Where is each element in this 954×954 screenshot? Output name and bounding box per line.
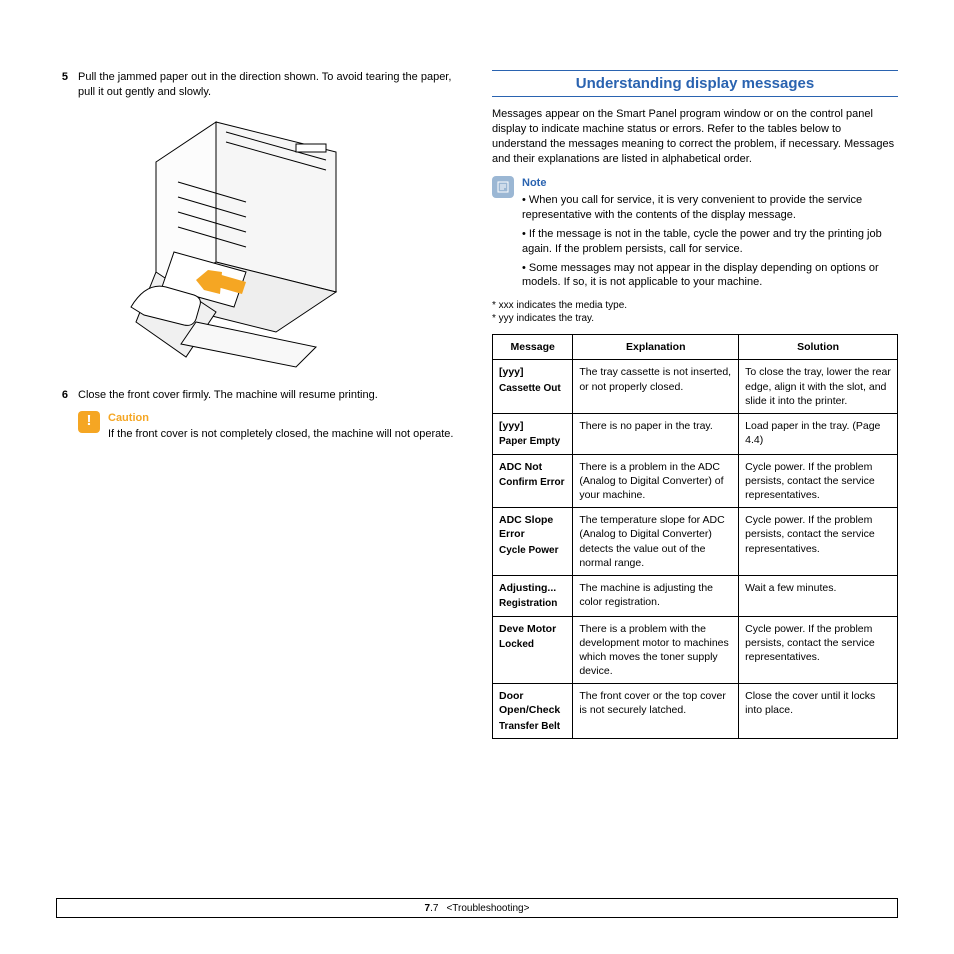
cell-explanation: The front cover or the top cover is not … <box>573 684 739 739</box>
cell-solution: Wait a few minutes. <box>739 575 898 616</box>
table-row: Deve MotorLockedThere is a problem with … <box>493 616 898 684</box>
footnote: * yyy indicates the tray. <box>492 313 898 324</box>
note-icon <box>492 176 514 198</box>
table-row: [yyy]Paper EmptyThere is no paper in the… <box>493 413 898 454</box>
step-number: 6 <box>56 388 68 403</box>
cell-explanation: There is a problem with the development … <box>573 616 739 684</box>
cell-explanation: There is a problem in the ADC (Analog to… <box>573 454 739 508</box>
cell-message: ADC Slope ErrorCycle Power <box>493 508 573 576</box>
messages-table: Message Explanation Solution [yyy]Casset… <box>492 334 898 739</box>
table-row: ADC Slope ErrorCycle PowerThe temperatur… <box>493 508 898 576</box>
note-bullet: • Some messages may not appear in the di… <box>522 261 898 291</box>
cell-message: Door Open/CheckTransfer Belt <box>493 684 573 739</box>
cell-message: Deve MotorLocked <box>493 616 573 684</box>
cell-solution: Cycle power. If the problem persists, co… <box>739 454 898 508</box>
cell-message: Adjusting...Registration <box>493 575 573 616</box>
note-bullet: • If the message is not in the table, cy… <box>522 227 898 257</box>
cell-solution: Cycle power. If the problem persists, co… <box>739 508 898 576</box>
chapter-name: <Troubleshooting> <box>446 903 529 914</box>
cell-message: [yyy]Paper Empty <box>493 413 573 454</box>
table-row: Adjusting...RegistrationThe machine is a… <box>493 575 898 616</box>
step-text: Close the front cover firmly. The machin… <box>78 388 456 403</box>
page-footer: 7.7 <Troubleshooting> <box>56 898 898 918</box>
cell-solution: Cycle power. If the problem persists, co… <box>739 616 898 684</box>
cell-explanation: The machine is adjusting the color regis… <box>573 575 739 616</box>
cell-explanation: The temperature slope for ADC (Analog to… <box>573 508 739 576</box>
table-header-row: Message Explanation Solution <box>493 335 898 360</box>
th-explanation: Explanation <box>573 335 739 360</box>
cell-solution: Load paper in the tray. (Page 4.4) <box>739 413 898 454</box>
section-title: Understanding display messages <box>492 70 898 97</box>
th-message: Message <box>493 335 573 360</box>
step-6: 6 Close the front cover firmly. The mach… <box>56 388 456 403</box>
right-column: Understanding display messages Messages … <box>492 70 898 739</box>
caution-text: If the front cover is not completely clo… <box>108 427 456 442</box>
step-text: Pull the jammed paper out in the directi… <box>78 70 456 100</box>
note-title: Note <box>522 176 898 191</box>
left-column: 5 Pull the jammed paper out in the direc… <box>56 70 456 739</box>
cell-solution: To close the tray, lower the rear edge, … <box>739 360 898 414</box>
caution-title: Caution <box>108 411 456 426</box>
table-row: ADC NotConfirm ErrorThere is a problem i… <box>493 454 898 508</box>
cell-solution: Close the cover until it locks into plac… <box>739 684 898 739</box>
note-callout: Note • When you call for service, it is … <box>492 176 898 294</box>
th-solution: Solution <box>739 335 898 360</box>
page-number: 7.7 <box>425 903 439 914</box>
table-row: Door Open/CheckTransfer BeltThe front co… <box>493 684 898 739</box>
table-row: [yyy]Cassette OutThe tray cassette is no… <box>493 360 898 414</box>
cell-message: ADC NotConfirm Error <box>493 454 573 508</box>
cell-message: [yyy]Cassette Out <box>493 360 573 414</box>
note-bullet: • When you call for service, it is very … <box>522 193 898 223</box>
caution-callout: ! Caution If the front cover is not comp… <box>78 411 456 443</box>
step-5: 5 Pull the jammed paper out in the direc… <box>56 70 456 100</box>
cell-explanation: The tray cassette is not inserted, or no… <box>573 360 739 414</box>
caution-icon: ! <box>78 411 100 433</box>
step-number: 5 <box>56 70 68 100</box>
printer-illustration <box>126 112 386 372</box>
footnote: * xxx indicates the media type. <box>492 300 898 311</box>
intro-text: Messages appear on the Smart Panel progr… <box>492 107 898 166</box>
cell-explanation: There is no paper in the tray. <box>573 413 739 454</box>
